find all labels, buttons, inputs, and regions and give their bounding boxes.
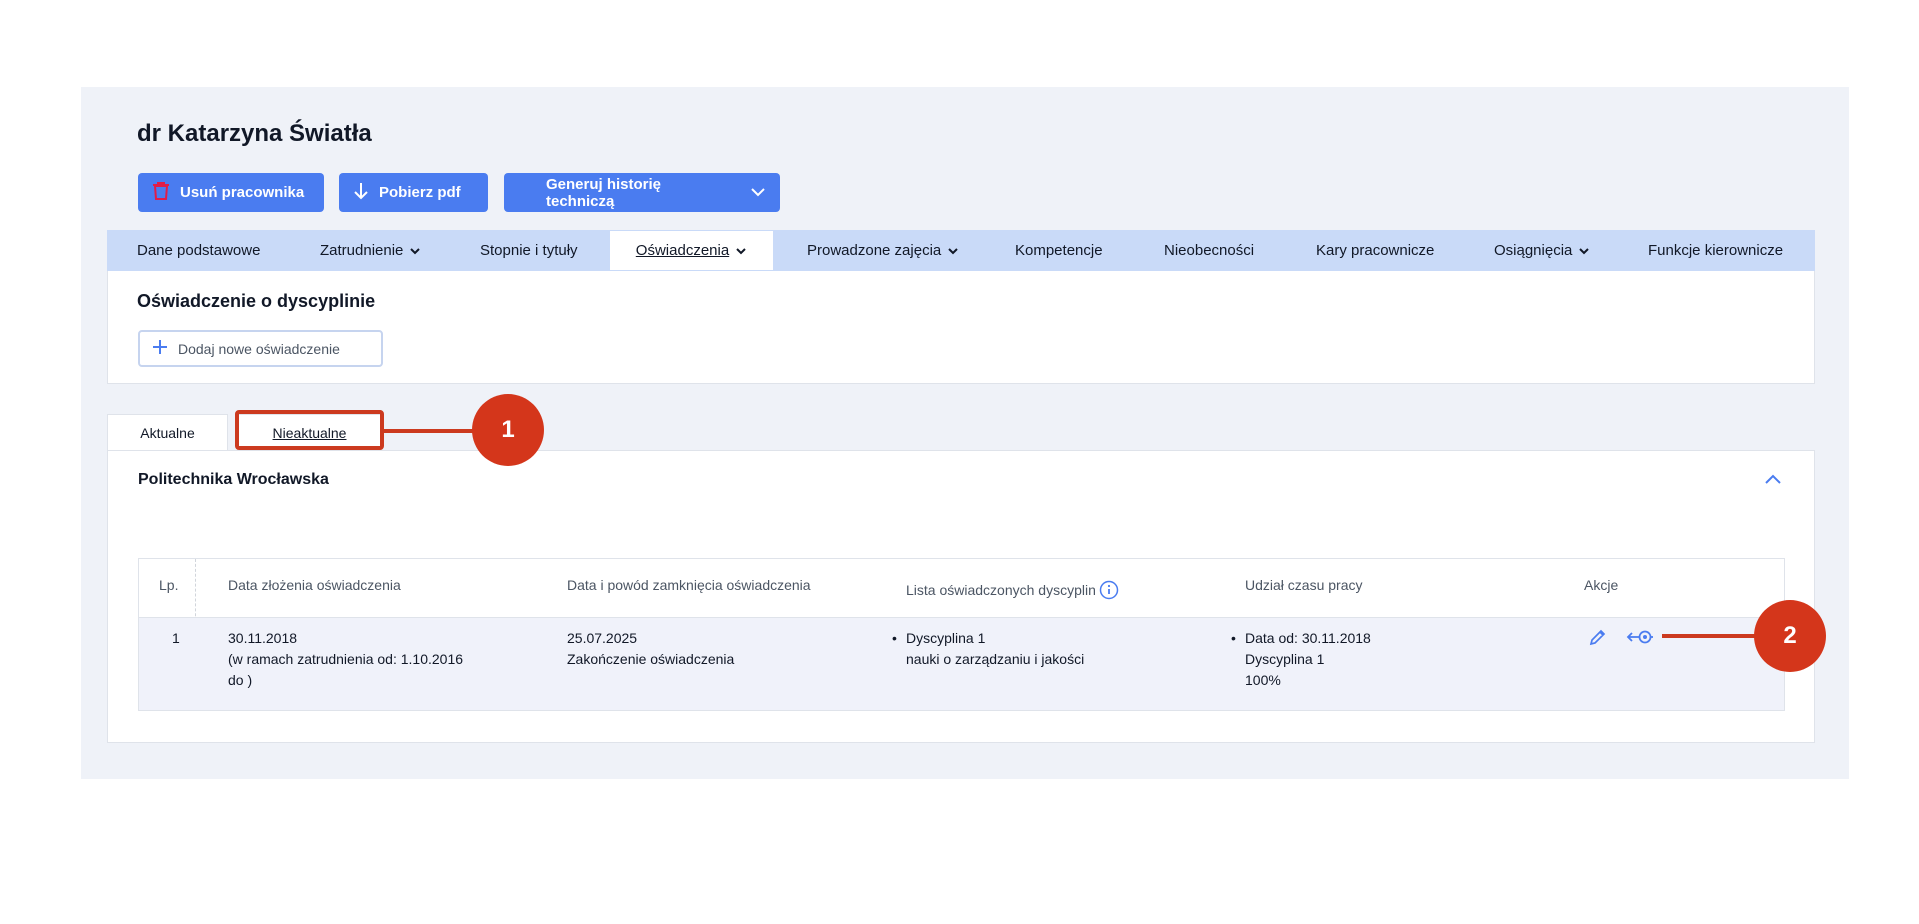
tab-label: Funkcje kierownicze [1648, 242, 1784, 259]
tab-label: Oświadczenia [635, 242, 730, 259]
highlight-box [235, 410, 384, 450]
generate-history-button[interactable]: Generuj historię techniczą [504, 173, 780, 212]
share-percent: 100% [1245, 672, 1281, 688]
callout-1-line [383, 429, 475, 433]
header-date: Data złożenia oświadczenia [228, 577, 401, 593]
header-lp: Lp. [159, 577, 179, 593]
generate-history-label: Generuj historię techniczą [546, 175, 662, 210]
chevron-down-icon [735, 242, 747, 259]
discipline-item: Dyscyplina 1 [889, 628, 1084, 649]
tab-label: Dane podstawowe [137, 242, 261, 259]
tab-achievements[interactable]: Osiągnięcia [1494, 230, 1590, 271]
tab-label: Kompetencje [1015, 242, 1103, 259]
delete-employee-label: Usuń pracownika [180, 184, 305, 201]
arrow-down-icon [353, 182, 369, 204]
tab-label: Prowadzone zajęcia [807, 242, 942, 259]
cell-closing: 25.07.2025 Zakończenie oświadczenia [567, 628, 734, 670]
subtab-label: Aktualne [140, 424, 195, 441]
chevron-up-icon[interactable] [1764, 472, 1782, 490]
add-declaration-label: Dodaj nowe oświadczenie [178, 340, 340, 357]
tab-label: Kary pracownicze [1316, 242, 1435, 259]
tab-label: Stopnie i tytuły [480, 242, 578, 259]
tab-competences[interactable]: Kompetencje [1015, 230, 1103, 271]
edit-icon[interactable] [1588, 627, 1608, 653]
tab-label: Zatrudnienie [320, 242, 404, 259]
tab-management-functions[interactable]: Funkcje kierownicze [1648, 230, 1783, 271]
cell-closing-reason: Zakończenie oświadczenia [567, 651, 735, 667]
header-closing: Data i powód zamknięcia oświadczenia [567, 577, 811, 593]
header-disciplines-label: Lista oświadczonych dyscyplin [906, 582, 1096, 599]
tab-employment[interactable]: Zatrudnienie [320, 230, 421, 271]
download-pdf-button[interactable]: Pobierz pdf [339, 173, 488, 212]
subtab-current[interactable]: Aktualne [107, 414, 228, 450]
tab-declarations[interactable]: Oświadczenia [609, 230, 774, 271]
share-discipline: Dyscyplina 1 [1245, 651, 1325, 667]
tab-penalties[interactable]: Kary pracownicze [1316, 230, 1434, 271]
tab-label: Osiągnięcia [1494, 242, 1573, 259]
cell-date: 30.11.2018 (w ramach zatrudnienia od: 1.… [228, 628, 463, 691]
cell-lp: 1 [172, 630, 180, 646]
chevron-down-icon [750, 184, 766, 201]
callout-2-line [1662, 634, 1757, 638]
table-row: 1 30.11.2018 (w ramach zatrudnienia od: … [139, 618, 1784, 710]
chevron-down-icon [409, 242, 421, 259]
table-header: Lp. Data złożenia oświadczenia Data i po… [139, 559, 1784, 618]
header-actions: Akcje [1584, 577, 1619, 593]
cell-date-note-2: do ) [228, 672, 253, 688]
cell-date-value: 30.11.2018 [228, 630, 298, 646]
chevron-down-icon [1578, 242, 1590, 259]
declaration-section-card [107, 271, 1815, 384]
section-title: Oświadczenie o dyscyplinie [137, 291, 376, 311]
add-declaration-button[interactable]: Dodaj nowe oświadczenie [138, 330, 383, 367]
info-icon[interactable] [1099, 580, 1119, 603]
tab-degrees[interactable]: Stopnie i tytuły [480, 230, 578, 271]
chevron-down-icon [947, 242, 959, 259]
cell-disciplines: Dyscyplina 1 nauki o zarządzaniu i jakoś… [889, 628, 1084, 670]
tab-label: Nieobecności [1164, 242, 1255, 259]
header-share: Udział czasu pracy [1245, 577, 1363, 593]
callout-2: 2 [1754, 600, 1826, 672]
close-declaration-icon[interactable] [1626, 627, 1654, 653]
tab-classes[interactable]: Prowadzone zajęcia [807, 230, 959, 271]
tab-basic-data[interactable]: Dane podstawowe [137, 230, 260, 271]
callout-1: 1 [472, 394, 544, 466]
cell-date-note: (w ramach zatrudnienia od: 1.10.2016 [228, 651, 464, 667]
header-disciplines: Lista oświadczonych dyscyplin [906, 580, 1119, 603]
declarations-table: Lp. Data złożenia oświadczenia Data i po… [138, 558, 1785, 711]
cell-share: Data od: 30.11.2018 Dyscyplina 1 100% [1228, 628, 1371, 691]
cell-closing-date: 25.07.2025 [567, 630, 638, 646]
group-title: Politechnika Wrocławska [138, 471, 329, 488]
trash-icon [152, 181, 170, 205]
tab-absences[interactable]: Nieobecności [1164, 230, 1254, 271]
plus-icon [152, 339, 168, 358]
page-title: dr Katarzyna Światła [137, 120, 372, 147]
delete-employee-button[interactable]: Usuń pracownika [138, 173, 324, 212]
discipline-field: nauki o zarządzaniu i jakości [906, 651, 1085, 667]
download-pdf-label: Pobierz pdf [379, 184, 461, 201]
share-from: Data od: 30.11.2018 [1228, 628, 1371, 649]
